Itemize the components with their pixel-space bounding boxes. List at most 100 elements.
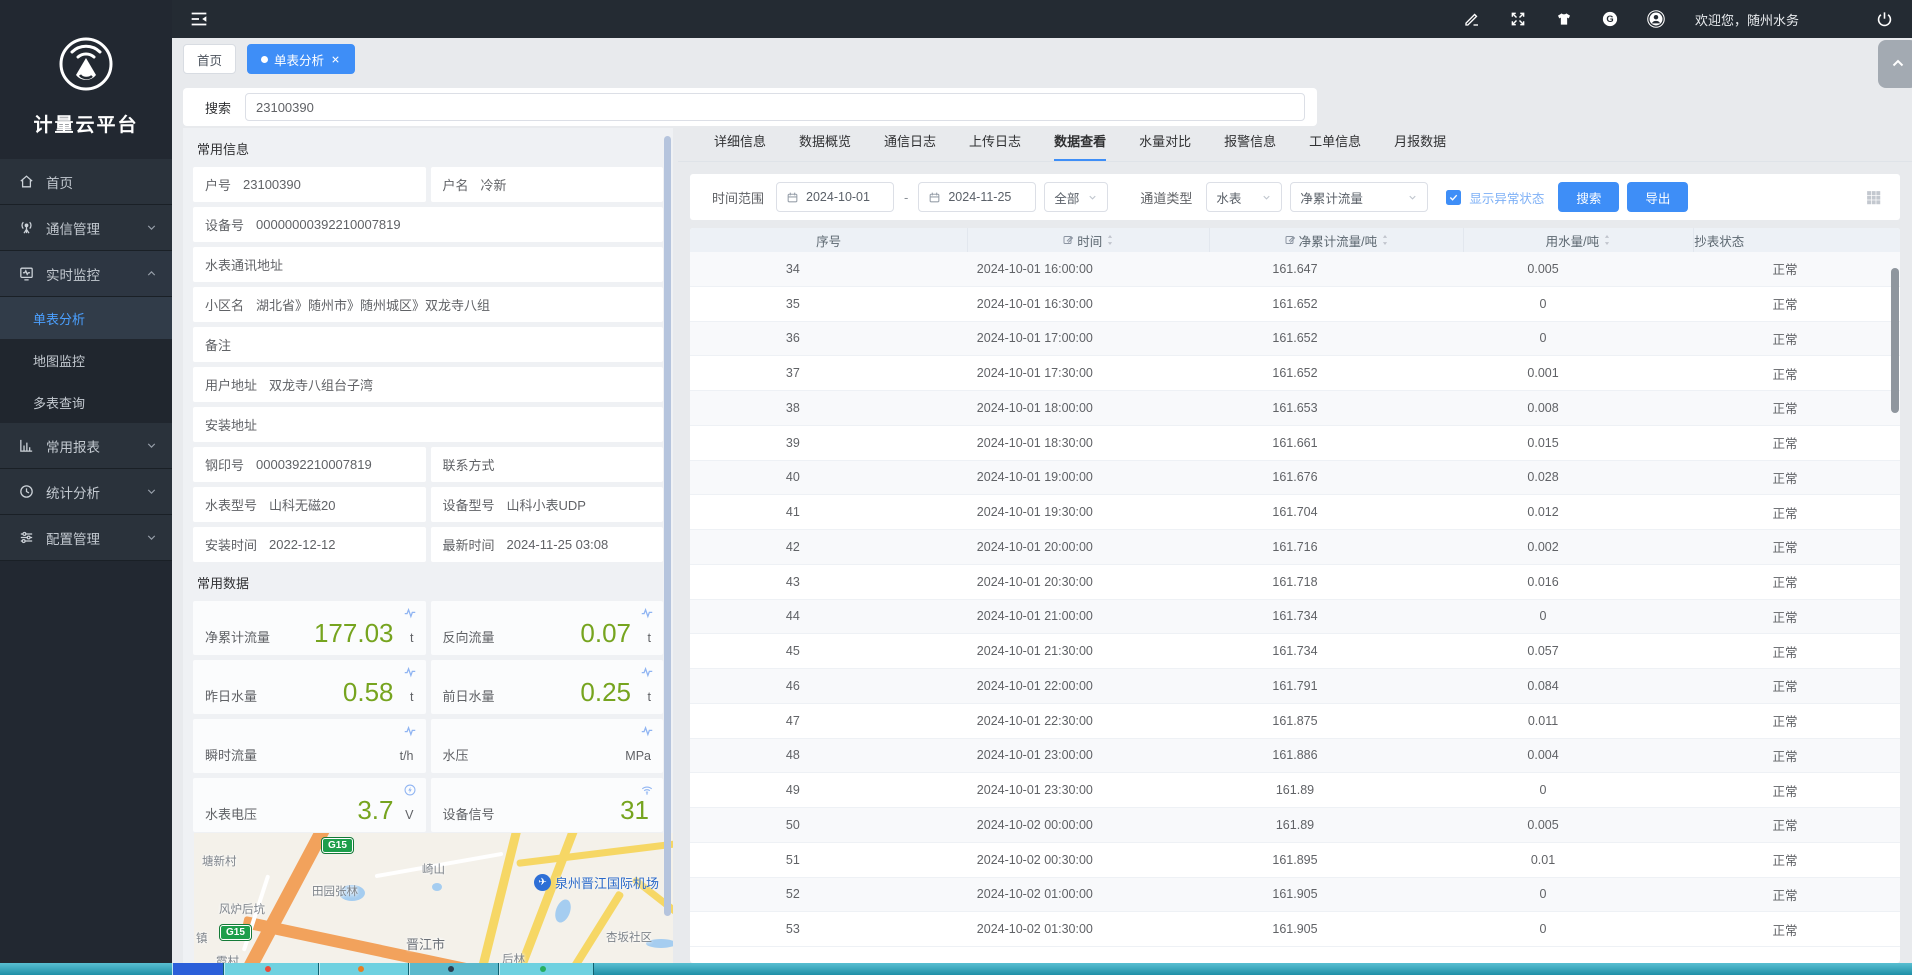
stat-card: 177.03 t 净累计流量 [193, 601, 426, 655]
date-from-input[interactable]: 2024-10-01 [776, 182, 894, 212]
waveform-icon [403, 606, 417, 620]
granularity-select[interactable]: 全部 [1044, 182, 1108, 212]
sliders-icon [18, 529, 35, 546]
detail-tab[interactable]: 数据概览 [799, 131, 851, 161]
page-tab[interactable]: 首页 [183, 44, 236, 74]
metric-select[interactable]: 净累计流量 [1290, 182, 1428, 212]
info-field-value: 00000000392210007819 [256, 217, 401, 232]
show-abnormal-checkbox[interactable] [1446, 190, 1461, 205]
cell-index: 41 [690, 505, 896, 519]
sort-caret-icon[interactable] [1105, 233, 1115, 247]
taskbar-app[interactable] [172, 963, 224, 975]
cell-usage: 0.015 [1416, 436, 1670, 450]
sidebar-item[interactable]: 配置管理 [0, 515, 172, 561]
search-button[interactable]: 搜索 [1558, 182, 1619, 212]
topbar-actions: G 欢迎您，随州水务 [1463, 10, 1912, 29]
cell-usage: 0 [1416, 887, 1670, 901]
info-section-title: 常用信息 [183, 128, 673, 167]
location-map[interactable]: 塘新村田园张林崎山风炉后坑镇晋江市后林杏坂社区霞村 G15G15 ✈ 泉州晋江国… [194, 833, 673, 963]
map-place-label: 田园张林 [312, 883, 358, 899]
taskbar-app[interactable] [224, 963, 319, 975]
highway-badge: G15 [322, 838, 353, 853]
sidebar-item-label: 多表查询 [33, 393, 85, 412]
grid-icon[interactable] [1865, 189, 1882, 206]
search-input[interactable] [245, 93, 1305, 121]
range-separator: - [904, 190, 908, 205]
sidebar-item-label: 首页 [46, 172, 73, 192]
date-to-input[interactable]: 2024-11-25 [918, 182, 1036, 212]
power-icon[interactable] [1875, 10, 1894, 29]
table-scrollbar[interactable] [1891, 268, 1899, 413]
sidebar-item[interactable]: 单表分析 [0, 297, 172, 339]
edit-square-icon[interactable] [1284, 234, 1296, 246]
airport-marker[interactable]: ✈ 泉州晋江国际机场 [534, 873, 659, 892]
sidebar-item[interactable]: 地图监控 [0, 339, 172, 381]
channel-select[interactable]: 水表 [1206, 182, 1282, 212]
topbar: G 欢迎您，随州水务 [172, 0, 1912, 38]
stat-value: 0.58 [343, 677, 394, 708]
sort-caret-icon[interactable] [1602, 233, 1612, 247]
cell-status: 正常 [1670, 920, 1900, 939]
export-button[interactable]: 导出 [1627, 182, 1688, 212]
airplane-icon: ✈ [534, 874, 551, 891]
taskbar-app[interactable] [409, 963, 499, 975]
cell-cumulative-flow: 161.652 [1174, 331, 1416, 345]
taskbar-app[interactable] [499, 963, 594, 975]
cell-cumulative-flow: 161.652 [1174, 297, 1416, 311]
table-column-header: 序号 [690, 228, 968, 252]
highway-badge: G15 [220, 925, 251, 940]
sidebar-item[interactable]: 统计分析 [0, 469, 172, 515]
left-panel-scrollbar[interactable] [664, 136, 671, 916]
sidebar-item[interactable]: 实时监控 [0, 251, 172, 297]
cell-cumulative-flow: 161.791 [1174, 679, 1416, 693]
sidebar-item-label: 常用报表 [46, 436, 100, 456]
waveform-icon [403, 665, 417, 679]
sidebar-item[interactable]: 多表查询 [0, 381, 172, 423]
sort-caret-icon[interactable] [1380, 233, 1390, 247]
taskbar-app[interactable] [319, 963, 409, 975]
cell-status: 正常 [1670, 259, 1900, 278]
detail-tab[interactable]: 报警信息 [1224, 131, 1276, 161]
data-panel: 详细信息数据概览通信日志上传日志数据查看水量对比报警信息工单信息月报数据 时间范… [678, 128, 1912, 963]
scroll-top-button[interactable] [1878, 40, 1912, 88]
pencil-icon[interactable] [1463, 10, 1481, 28]
detail-tab[interactable]: 数据查看 [1054, 131, 1106, 161]
meter-info-panel: 常用信息 户号 23100390 户名 冷新 设备号 00000 [183, 128, 673, 963]
cell-index: 48 [690, 748, 896, 762]
close-icon[interactable] [330, 54, 341, 65]
sidebar-item[interactable]: 首页 [0, 159, 172, 205]
sidebar-item-label: 单表分析 [33, 309, 85, 328]
collapse-sidebar-icon[interactable] [188, 8, 210, 30]
info-field: 设备型号 山科小表UDP [431, 487, 664, 522]
chevron-down-icon [145, 221, 158, 234]
home-icon [18, 173, 35, 190]
edit-square-icon[interactable] [1062, 234, 1074, 246]
info-field: 用户地址 双龙寺八组台子湾 [193, 367, 663, 402]
search-bar: 搜索 [183, 88, 1317, 126]
table-row: 35 2024-10-01 16:30:00 161.652 0 正常 [690, 287, 1900, 322]
waveform-icon [403, 724, 417, 738]
cell-time: 2024-10-01 16:30:00 [896, 297, 1174, 311]
avatar-icon[interactable] [1647, 10, 1665, 28]
detail-tab[interactable]: 水量对比 [1139, 131, 1191, 161]
column-label: 抄表状态 [1694, 231, 1744, 250]
detail-tab[interactable]: 月报数据 [1394, 131, 1446, 161]
cell-index: 37 [690, 366, 896, 380]
info-field-label: 钢印号 [205, 455, 244, 474]
sidebar-item[interactable]: 常用报表 [0, 423, 172, 469]
detail-tab[interactable]: 通信日志 [884, 131, 936, 161]
cell-cumulative-flow: 161.653 [1174, 401, 1416, 415]
chevron-down-icon [145, 439, 158, 452]
detail-tab[interactable]: 工单信息 [1309, 131, 1361, 161]
stat-label: 前日水量 [443, 686, 495, 705]
sidebar-item[interactable]: 通信管理 [0, 205, 172, 251]
show-abnormal-label[interactable]: 显示异常状态 [1469, 188, 1544, 207]
fullscreen-icon[interactable] [1509, 10, 1527, 28]
detail-tab[interactable]: 上传日志 [969, 131, 1021, 161]
detail-tabs: 详细信息 数据概览 通信日志 上传日志 数据查看 水量对比 报警信息 工单信息 月报数据 [678, 128, 1912, 162]
shirt-icon[interactable] [1555, 10, 1573, 28]
page-tab[interactable]: 单表分析 [247, 44, 355, 74]
cell-time: 2024-10-01 21:30:00 [896, 644, 1174, 658]
g-circle-icon[interactable]: G [1601, 10, 1619, 28]
detail-tab[interactable]: 详细信息 [714, 131, 766, 161]
